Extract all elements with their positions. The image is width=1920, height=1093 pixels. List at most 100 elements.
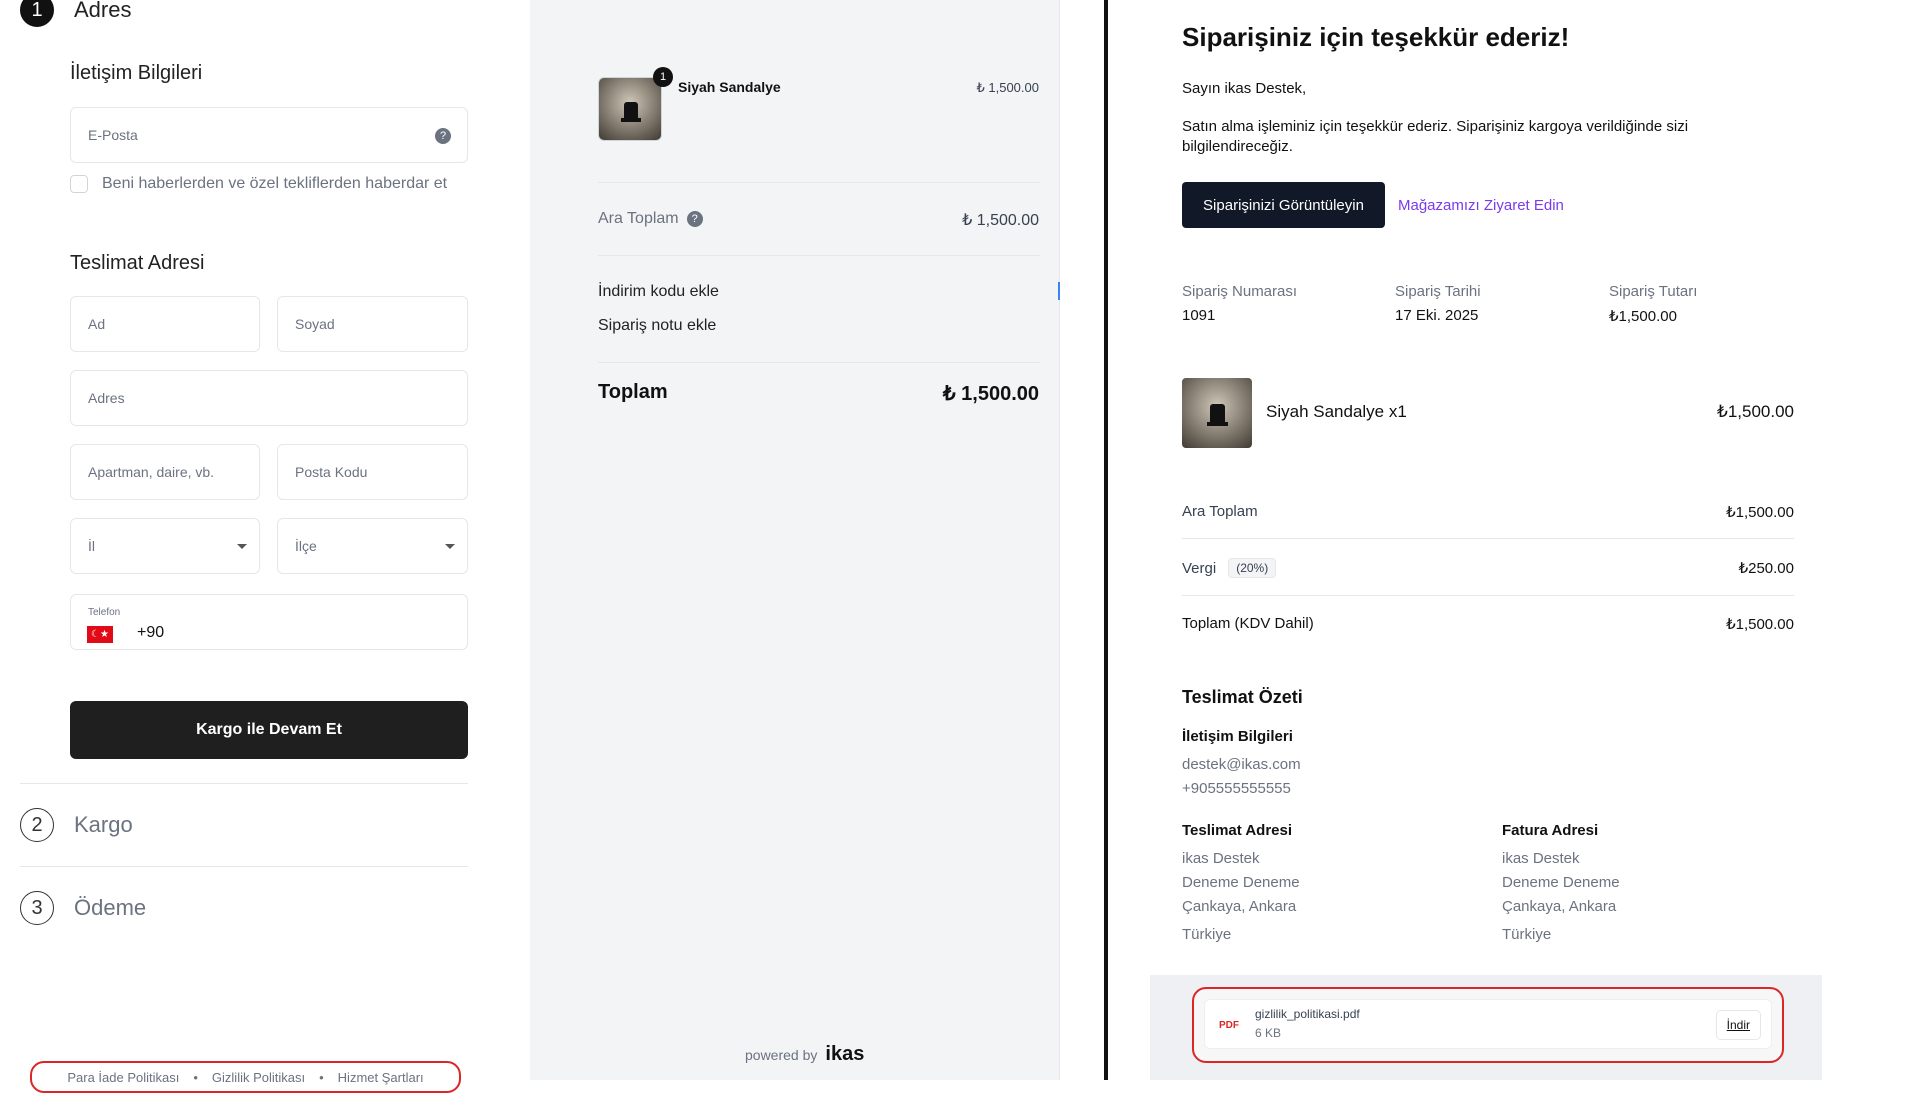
email-contact-title: İletişim Bilgileri [1182, 728, 1293, 745]
address-placeholder: Adres [88, 390, 125, 406]
chair-shape [624, 102, 638, 118]
footer-policy-links: Para İade Politikası • Gizlilik Politika… [30, 1061, 461, 1093]
divider [598, 255, 1040, 256]
last-name-placeholder: Soyad [295, 316, 335, 332]
order-amount-label: Sipariş Tutarı [1609, 283, 1698, 300]
chair-thumbnail [598, 77, 662, 141]
billing-line-address: Deneme Deneme [1502, 874, 1620, 891]
email-subtotal-row: Ara Toplam ₺1,500.00 [1182, 503, 1794, 521]
footer-separator: • [319, 1069, 324, 1085]
discount-code-link[interactable]: İndirim kodu ekle [598, 283, 719, 301]
email-item-line: Siyah Sandalye x1 [1266, 402, 1407, 421]
address-field[interactable]: Adres [70, 370, 468, 426]
email-subtotal-value: ₺1,500.00 [1726, 504, 1794, 521]
shipping-address-title: Teslimat Adresi [1182, 822, 1293, 839]
city-placeholder: İl [88, 538, 95, 554]
contact-info-title: İletişim Bilgileri [70, 62, 203, 84]
attachment-size: 6 KB [1255, 1026, 1282, 1040]
email-tax-value: ₺250.00 [1738, 560, 1794, 577]
email-tax-label: Vergi [1182, 559, 1217, 577]
attachment-card[interactable]: PDF gizlilik_politikasi.pdf 6 KB İndir [1204, 999, 1772, 1049]
shipping-line-country: Türkiye [1182, 926, 1232, 943]
email-subtotal-label: Ara Toplam [1182, 503, 1258, 520]
email-title: Siparişiniz için teşekkür ederiz! [1182, 22, 1570, 52]
apartment-field[interactable]: Apartman, daire, vb. [70, 444, 260, 500]
attachment-area: PDF gizlilik_politikasi.pdf 6 KB İndir [1150, 975, 1822, 1080]
order-amount: ₺1,500.00 [1609, 308, 1677, 325]
email-message: Satın alma işleminiz için teşekkür ederi… [1182, 118, 1689, 155]
step-payment-header[interactable]: 3 Ödeme [20, 891, 146, 925]
billing-line-name: ikas Destek [1502, 850, 1580, 867]
chair-seat [1207, 422, 1228, 426]
phone-label: Telefon [88, 607, 121, 618]
step-shipping-label: Kargo [74, 812, 133, 837]
powered-by-text: powered by [745, 1047, 818, 1063]
order-summary-panel: 1 Siyah Sandalye ₺ 1,500.00 Ara Toplam ?… [530, 0, 1060, 1080]
help-icon[interactable]: ? [435, 128, 451, 144]
order-note-link[interactable]: Sipariş notu ekle [598, 317, 716, 335]
delivery-address-title: Teslimat Adresi [70, 252, 205, 274]
total-value: ₺ 1,500.00 [942, 383, 1039, 405]
subtotal-label: Ara Toplam [598, 210, 679, 227]
continue-shipping-button[interactable]: Kargo ile Devam Et [70, 701, 468, 759]
step-shipping-header[interactable]: 2 Kargo [20, 808, 133, 842]
email-item-price: ₺1,500.00 [1717, 402, 1794, 421]
attachment-filename: gizlilik_politikasi.pdf [1255, 1007, 1360, 1021]
shipping-line-address: Deneme Deneme [1182, 874, 1300, 891]
divider [1182, 595, 1794, 596]
ikas-logo[interactable]: ikas [825, 1043, 864, 1066]
terms-of-service-link[interactable]: Hizmet Şartları [338, 1070, 424, 1085]
tax-rate-badge: (20%) [1228, 558, 1277, 578]
attachment-highlight: PDF gizlilik_politikasi.pdf 6 KB İndir [1192, 987, 1784, 1063]
order-date: 17 Eki. 2025 [1395, 307, 1479, 324]
district-select[interactable]: İlçe [277, 518, 468, 574]
newsletter-checkbox[interactable] [70, 175, 88, 193]
order-number: 1091 [1182, 307, 1216, 324]
visit-store-link[interactable]: Mağazamızı Ziyaret Edin [1398, 197, 1564, 214]
chevron-down-icon [237, 544, 247, 549]
step-number-3: 3 [20, 891, 54, 925]
postal-code-field[interactable]: Posta Kodu [277, 444, 468, 500]
email-total-row: Toplam (KDV Dahil) ₺1,500.00 [1182, 615, 1794, 633]
scroll-indicator[interactable] [1058, 282, 1060, 300]
turkey-flag-icon[interactable]: ☾★ [87, 626, 113, 643]
powered-by: powered by ikas [745, 1043, 864, 1066]
email-total-value: ₺1,500.00 [1726, 616, 1794, 633]
first-name-field[interactable]: Ad [70, 296, 260, 352]
email-placeholder: E-Posta [88, 127, 138, 143]
refund-policy-link[interactable]: Para İade Politikası [67, 1070, 179, 1085]
step-address-label: Adres [74, 0, 132, 22]
view-order-button[interactable]: Siparişinizi Görüntüleyin [1182, 182, 1385, 228]
subtotal-row: Ara Toplam ? [598, 210, 703, 228]
item-quantity-badge: 1 [653, 67, 673, 87]
divider [20, 783, 468, 784]
last-name-field[interactable]: Soyad [277, 296, 468, 352]
divider [598, 362, 1040, 363]
chair-thumbnail [1182, 378, 1252, 448]
summary-item-price: ₺ 1,500.00 [976, 80, 1040, 95]
first-name-placeholder: Ad [88, 316, 106, 332]
step-number-2: 2 [20, 808, 54, 842]
summary-item-name: Siyah Sandalye [678, 79, 781, 95]
step-address-header[interactable]: 1 Adres [20, 0, 131, 27]
panel-divider [1104, 0, 1108, 1080]
newsletter-checkbox-row[interactable]: Beni haberlerden ve özel tekliflerden ha… [70, 175, 447, 193]
email-greeting: Sayın ikas Destek, [1182, 80, 1307, 97]
city-select[interactable]: İl [70, 518, 260, 574]
shipping-line-city: Çankaya, Ankara [1182, 898, 1297, 915]
order-confirmation-email: Siparişiniz için teşekkür ederiz! Sayın … [1150, 0, 1822, 1080]
billing-line-city: Çankaya, Ankara [1502, 898, 1617, 915]
postal-code-placeholder: Posta Kodu [295, 464, 368, 480]
phone-field[interactable]: Telefon ☾★ +90 [70, 594, 468, 650]
apartment-placeholder: Apartman, daire, vb. [88, 464, 215, 480]
help-icon[interactable]: ? [686, 211, 703, 227]
privacy-policy-link[interactable]: Gizlilik Politikası [212, 1070, 305, 1085]
total-label: Toplam [598, 381, 668, 403]
attachment-download-button[interactable]: İndir [1715, 1010, 1761, 1040]
email-field[interactable]: E-Posta ? [70, 107, 468, 163]
contact-email: destek@ikas.com [1182, 756, 1301, 773]
chevron-down-icon [445, 544, 455, 549]
newsletter-label: Beni haberlerden ve özel tekliflerden ha… [102, 175, 448, 192]
subtotal-value: ₺ 1,500.00 [962, 212, 1039, 229]
contact-phone: +905555555555 [1182, 780, 1291, 797]
